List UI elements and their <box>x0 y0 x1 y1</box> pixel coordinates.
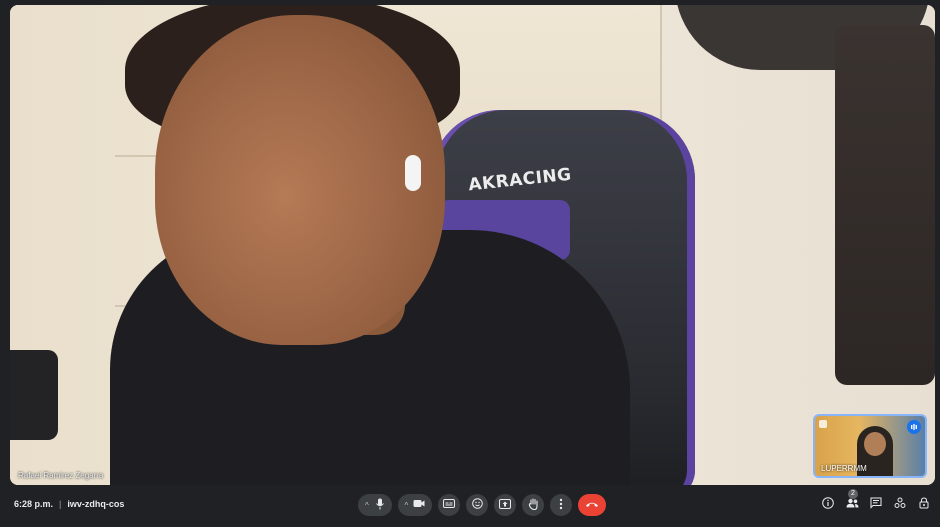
bottom-toolbar: 6:28 p.m. | iwv-zdhq-cos ^ ^ 2 <box>0 486 940 527</box>
present-screen-icon <box>499 498 511 512</box>
activities-button[interactable] <box>892 496 908 512</box>
self-face <box>864 432 886 456</box>
info-icon <box>822 496 834 512</box>
main-video-tile[interactable]: AKRACING <box>10 5 935 485</box>
meeting-time: 6:28 p.m. <box>14 499 54 509</box>
present-button[interactable] <box>494 494 516 516</box>
people-button[interactable]: 2 <box>844 489 860 512</box>
chevron-up-icon[interactable]: ^ <box>365 501 369 510</box>
people-count-badge: 2 <box>848 489 858 499</box>
camera-icon[interactable] <box>413 499 425 511</box>
captions-button[interactable] <box>438 494 460 516</box>
chair-arm-left <box>10 350 58 440</box>
mic-icon[interactable] <box>375 498 385 513</box>
host-controls-button[interactable] <box>916 496 932 512</box>
chat-icon <box>870 497 882 512</box>
meeting-code[interactable]: iwv-zdhq-cos <box>67 499 124 509</box>
emoji-button[interactable] <box>466 494 488 516</box>
speaking-indicator-icon <box>907 420 921 434</box>
self-view-label: LUPERRMM <box>821 464 867 473</box>
more-options-button[interactable] <box>550 494 572 516</box>
participant-face <box>155 15 445 345</box>
chat-button[interactable] <box>868 496 884 512</box>
pin-icon[interactable] <box>819 420 827 428</box>
guitar-strap <box>835 25 935 385</box>
raise-hand-icon <box>528 497 539 513</box>
activities-icon <box>894 497 906 512</box>
participant-name-label: Rafael Ramirez Zegarra <box>18 471 104 480</box>
mic-control[interactable]: ^ <box>358 494 392 516</box>
camera-control[interactable]: ^ <box>398 494 432 516</box>
people-icon <box>846 498 859 511</box>
raise-hand-button[interactable] <box>522 494 544 516</box>
earbud <box>405 155 421 191</box>
end-call-button[interactable] <box>578 494 606 516</box>
end-call-icon <box>585 499 599 511</box>
self-view-tile[interactable]: LUPERRMM <box>813 414 927 478</box>
captions-icon <box>443 499 455 511</box>
side-panel-controls: 2 <box>820 489 932 512</box>
lock-person-icon <box>918 496 930 512</box>
chevron-up-icon[interactable]: ^ <box>405 501 409 510</box>
call-controls: ^ ^ <box>358 494 606 516</box>
meeting-info-button[interactable] <box>820 496 836 512</box>
meeting-details: 6:28 p.m. | iwv-zdhq-cos <box>14 499 124 509</box>
meeting-separator: | <box>59 499 62 509</box>
emoji-icon <box>471 498 483 512</box>
more-vert-icon <box>559 498 563 513</box>
